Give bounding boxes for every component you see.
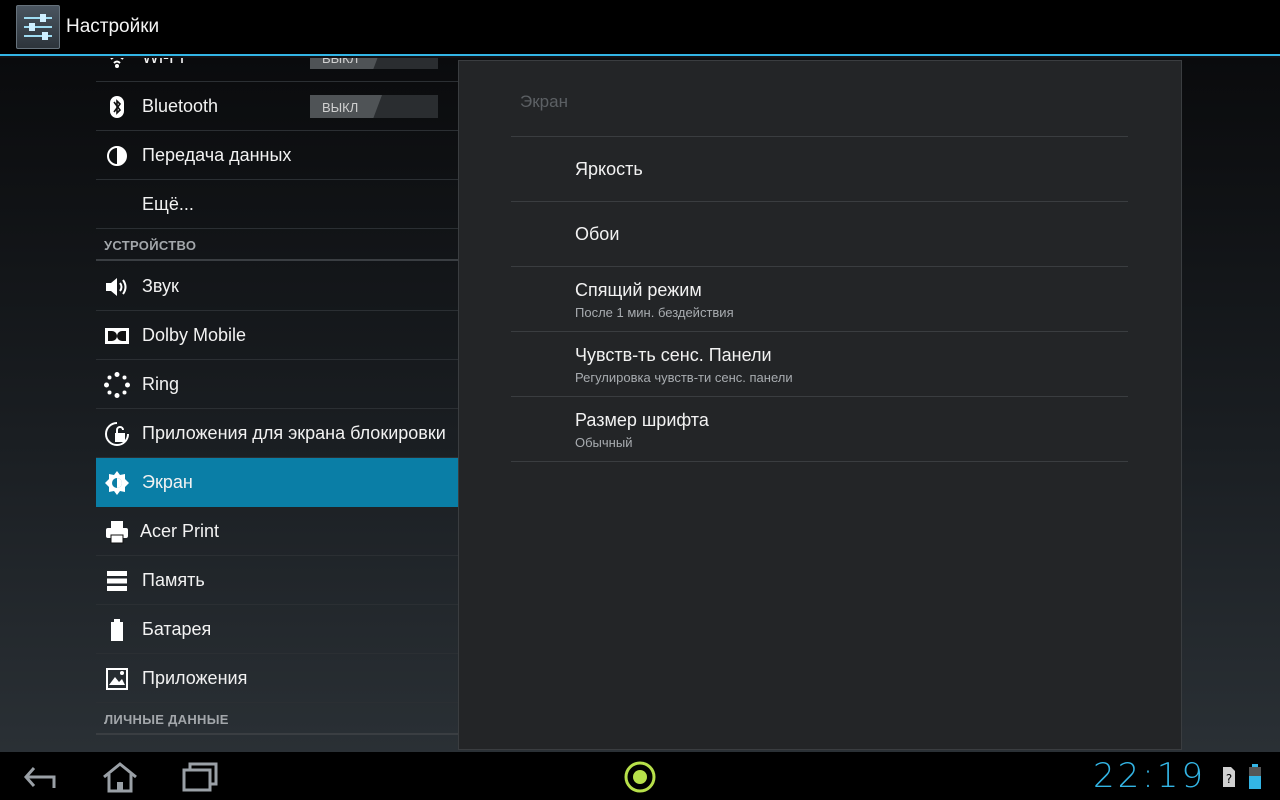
ring-icon (104, 372, 130, 398)
wifi-toggle[interactable]: ВЫКЛ (310, 58, 438, 69)
settings-headers-list[interactable]: Wi-Fi ВЫКЛ Bluetooth ВЫКЛ Передача данны… (96, 58, 458, 752)
ring-launcher-button[interactable] (620, 760, 660, 794)
ring-launcher-icon (624, 761, 656, 793)
bluetooth-icon (104, 94, 130, 120)
pref-wallpaper[interactable]: Обои (511, 202, 1128, 267)
action-bar: Настройки (0, 0, 1280, 56)
list-item-battery[interactable]: Батарея (96, 605, 458, 654)
screen-settings-pane: Экран Яркость Обои Спящий режим После 1 … (458, 60, 1182, 750)
wifi-icon (104, 58, 130, 71)
list-item-label: Экран (142, 472, 193, 492)
dolby-icon (104, 323, 130, 349)
battery-status-icon[interactable] (1248, 764, 1262, 790)
list-item-more[interactable]: Ещё... (96, 180, 458, 229)
section-header-device: УСТРОЙСТВО (96, 226, 458, 261)
list-item-label: Bluetooth (142, 96, 219, 116)
printer-icon (104, 519, 130, 545)
apps-icon (104, 666, 130, 692)
list-item-label: Звук (142, 276, 179, 296)
back-button[interactable] (20, 760, 60, 794)
back-icon (23, 767, 56, 788)
list-item-screen[interactable]: Экран (96, 458, 458, 507)
section-header-label: УСТРОЙСТВО (104, 238, 197, 253)
list-item-label: Батарея (142, 619, 212, 639)
list-item-acer-print[interactable]: Acer Print (96, 507, 458, 556)
settings-sliders-icon[interactable] (16, 5, 60, 49)
list-item-lock-screen-apps[interactable]: Приложения для экрана блокировки (96, 409, 458, 458)
svg-text:?: ? (1226, 772, 1232, 786)
content-area: Wi-Fi ВЫКЛ Bluetooth ВЫКЛ Передача данны… (0, 58, 1280, 752)
battery-icon (104, 617, 130, 643)
pref-font-size[interactable]: Размер шрифта Обычный (511, 397, 1128, 462)
pref-sleep[interactable]: Спящий режим После 1 мин. бездействия (511, 267, 1128, 332)
brightness-icon (104, 470, 130, 496)
list-item-label: Приложения (142, 668, 248, 688)
navigation-bar: 22:19 ? (0, 752, 1280, 800)
status-clock[interactable]: 22:19 (1093, 756, 1206, 796)
lock-screen-icon (104, 421, 130, 447)
list-item-ring[interactable]: Ring (96, 360, 458, 409)
pref-title: Яркость (575, 159, 643, 179)
pref-title: Размер шрифта (575, 410, 709, 430)
pref-summary: Обычный (575, 435, 633, 450)
no-sim-icon[interactable]: ? (1222, 766, 1236, 788)
list-item-label: Ещё... (142, 194, 194, 214)
pref-title: Чувств-ть сенс. Панели (575, 345, 772, 365)
pane-title: Экран (520, 92, 568, 111)
speaker-icon (104, 274, 130, 300)
list-item-label: Передача данных (142, 145, 292, 165)
list-item-label: Acer Print (140, 521, 220, 541)
pref-title: Спящий режим (575, 280, 702, 300)
pref-title: Обои (575, 224, 620, 244)
home-icon (103, 762, 137, 793)
storage-icon (104, 568, 130, 594)
list-item-dolby-mobile[interactable]: Dolby Mobile (96, 311, 458, 360)
pref-summary: Регулировка чувств-ти сенс. панели (575, 370, 793, 385)
toggle-label: ВЫКЛ (322, 100, 359, 115)
list-item-label: Память (142, 570, 205, 590)
recent-apps-icon (182, 762, 218, 792)
list-item-label: Wi-Fi (142, 58, 184, 68)
section-header-personal: ЛИЧНЫЕ ДАННЫЕ (96, 700, 458, 735)
list-item-label: Dolby Mobile (142, 325, 247, 345)
list-item-label: Приложения для экрана блокировки (142, 423, 446, 443)
list-item-wifi[interactable]: Wi-Fi ВЫКЛ (96, 58, 458, 82)
list-item-sound[interactable]: Звук (96, 262, 458, 311)
app-title: Настройки (66, 16, 160, 37)
list-item-label: Ring (142, 374, 180, 394)
toggle-label: ВЫКЛ (322, 58, 359, 66)
pref-touch-sensitivity[interactable]: Чувств-ть сенс. Панели Регулировка чувст… (511, 332, 1128, 397)
bluetooth-toggle[interactable]: ВЫКЛ (310, 95, 438, 118)
pref-summary: После 1 мин. бездействия (575, 305, 734, 320)
list-item-bluetooth[interactable]: Bluetooth ВЫКЛ (96, 82, 458, 131)
pref-brightness[interactable]: Яркость (511, 137, 1128, 202)
list-item-apps[interactable]: Приложения (96, 654, 458, 703)
home-button[interactable] (100, 760, 140, 794)
recent-apps-button[interactable] (180, 760, 220, 794)
data-usage-icon (104, 143, 130, 169)
section-header-label: ЛИЧНЫЕ ДАННЫЕ (104, 712, 229, 727)
list-item-data-usage[interactable]: Передача данных (96, 131, 458, 180)
list-item-storage[interactable]: Память (96, 556, 458, 605)
